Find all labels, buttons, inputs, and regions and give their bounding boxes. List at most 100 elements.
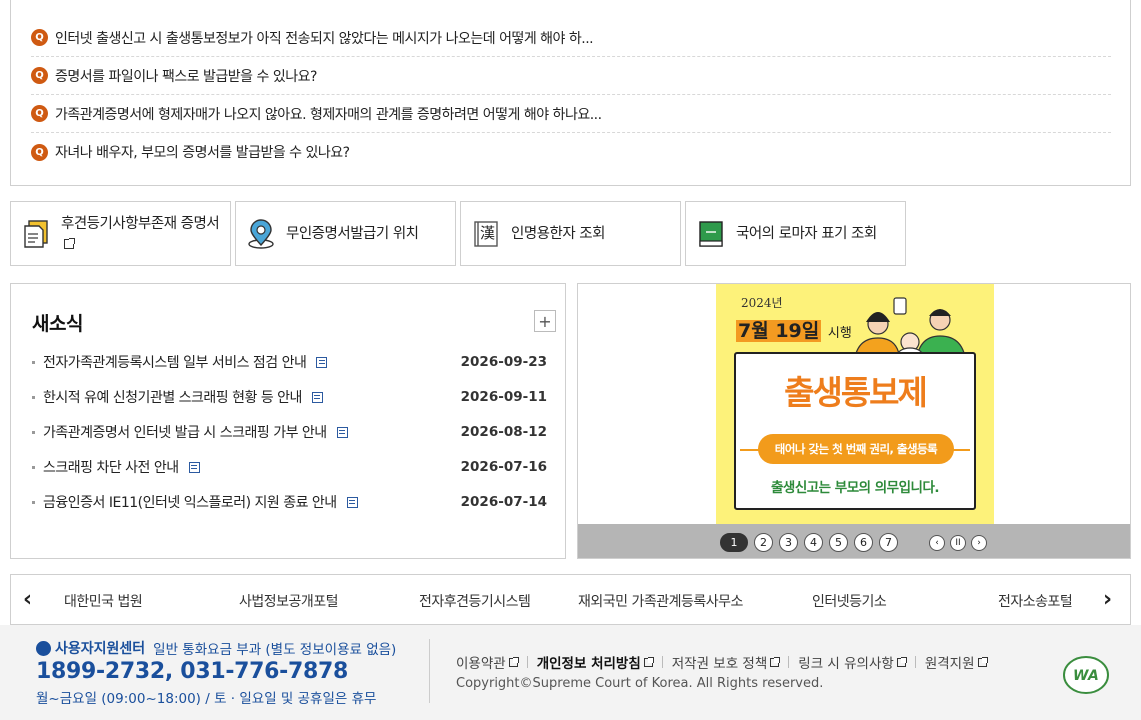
bullet: [32, 465, 35, 469]
carousel-page-6[interactable]: 6: [854, 533, 873, 552]
carousel-page-5[interactable]: 5: [829, 533, 848, 552]
banner-effective-date: 7월 19일 시행: [736, 320, 852, 342]
copyright-text: Copyright©Supreme Court of Korea. All Ri…: [456, 676, 824, 691]
footer-link-copyright-policy[interactable]: 저작권 보호 정책: [672, 652, 781, 672]
bullet: [32, 360, 35, 364]
bullet: [32, 395, 35, 399]
news-item[interactable]: 전자가족관계등록시스템 일부 서비스 점검 안내 2026-09-23: [32, 350, 547, 374]
carousel-page-1[interactable]: 1: [720, 533, 748, 552]
quick-service-hanja-lookup[interactable]: 漢 인명용한자 조회: [460, 201, 681, 266]
web-accessibility-mark-icon: WA: [1063, 656, 1109, 694]
news-item-title[interactable]: 가족관계증명서 인터넷 발급 시 스크래핑 가부 안내: [43, 422, 327, 442]
question-icon: Q: [31, 143, 48, 161]
green-book-icon: [696, 219, 726, 249]
svg-text:漢: 漢: [480, 224, 495, 242]
document-icon: [316, 356, 328, 368]
carousel-pause-button[interactable]: II: [950, 535, 966, 551]
divider: [526, 656, 528, 668]
phone-icon: [36, 640, 51, 656]
question-icon: Q: [31, 105, 48, 122]
news-item-title[interactable]: 한시적 유예 신청기관별 스크래핑 현황 등 안내: [43, 387, 302, 407]
carousel-page-3[interactable]: 3: [779, 533, 798, 552]
support-phone-numbers: 1899-2732, 031-776-7878: [36, 659, 349, 684]
banner-slide[interactable]: 2024년 7월 19일 시행 출생통보제 태어나 갖는 첫 번째 권리, 출생…: [716, 284, 994, 524]
news-item-date: 2026-08-12: [460, 424, 547, 440]
news-item-title[interactable]: 금융인증서 IE11(인터넷 익스플로러) 지원 종료 안내: [43, 492, 337, 512]
quick-service-label: 무인증명서발급기 위치: [286, 225, 419, 242]
banner-year: 2024년: [741, 296, 783, 310]
news-item-title[interactable]: 전자가족관계등록시스템 일부 서비스 점검 안내: [43, 352, 307, 372]
document-certificate-icon: [21, 219, 51, 249]
external-link-icon: [64, 237, 75, 249]
related-site-link[interactable]: 전자후견등기시스템: [419, 591, 531, 611]
footer: 사용자지원센터 일반 통화요금 부과 (별도 정보이용료 없음) 1899-27…: [0, 625, 1141, 720]
document-icon: [336, 426, 348, 438]
carousel-page-4[interactable]: 4: [804, 533, 823, 552]
related-site-link[interactable]: 대한민국 법원: [64, 591, 143, 611]
related-site-link[interactable]: 인터넷등기소: [812, 591, 887, 611]
question-icon: Q: [31, 67, 48, 84]
question-icon: Q: [31, 29, 48, 46]
footer-link-link-notice[interactable]: 링크 시 유의사항: [798, 652, 907, 672]
quick-service-label: 국어의 로마자 표기 조회: [736, 225, 877, 242]
faq-panel: Q 인터넷 출생신고 시 출생통보정보가 아직 전송되지 않았다는 메시지가 나…: [10, 0, 1131, 186]
faq-item[interactable]: Q 자녀나 배우자, 부모의 증명서를 발급받을 수 있나요?: [31, 133, 1111, 171]
faq-item[interactable]: Q 인터넷 출생신고 시 출생통보정보가 아직 전송되지 않았다는 메시지가 나…: [31, 19, 1111, 57]
carousel-page-7[interactable]: 7: [879, 533, 898, 552]
news-item[interactable]: 스크래핑 차단 사전 안내 2026-07-16: [32, 455, 547, 479]
related-site-link[interactable]: 재외국민 가족관계등록사무소: [578, 591, 743, 611]
banner-card: 출생통보제 태어나 갖는 첫 번째 권리, 출생등록 출생신고는 부모의 의무입…: [734, 352, 976, 510]
document-icon: [188, 461, 200, 473]
svg-text:WA: WA: [1073, 668, 1099, 684]
external-link-icon: [896, 656, 907, 667]
quick-service-guardianship-certificate[interactable]: 후견등기사항부존재 증명서: [10, 201, 231, 266]
banner-carousel: 2024년 7월 19일 시행 출생통보제 태어나 갖는 첫 번째 권리, 출생…: [577, 283, 1131, 559]
related-site-link[interactable]: 전자소송포털: [998, 591, 1073, 611]
faq-question[interactable]: 인터넷 출생신고 시 출생통보정보가 아직 전송되지 않았다는 메시지가 나오는…: [55, 28, 594, 48]
faq-question[interactable]: 가족관계증명서에 형제자매가 나오지 않아요. 형제자매의 관계를 증명하려면 …: [55, 104, 602, 124]
news-item[interactable]: 가족관계증명서 인터넷 발급 시 스크래핑 가부 안내 2026-08-12: [32, 420, 547, 444]
document-icon: [346, 496, 358, 508]
divider: [429, 639, 430, 703]
news-item-title[interactable]: 스크래핑 차단 사전 안내: [43, 457, 179, 477]
chevron-right-icon[interactable]: ›: [1103, 587, 1112, 612]
news-item[interactable]: 한시적 유예 신청기관별 스크래핑 현황 등 안내 2026-09-11: [32, 385, 547, 409]
faq-question[interactable]: 자녀나 배우자, 부모의 증명서를 발급받을 수 있나요?: [55, 142, 350, 162]
external-link-icon: [643, 656, 654, 667]
news-item[interactable]: 금융인증서 IE11(인터넷 익스플로러) 지원 종료 안내 2026-07-1…: [32, 490, 547, 514]
external-link-icon: [508, 656, 519, 667]
footer-links: 이용약관 개인정보 처리방침 저작권 보호 정책 링크 시 유의사항 원격지원: [456, 652, 988, 672]
location-pin-icon: [246, 218, 276, 249]
external-link-icon: [770, 656, 781, 667]
news-title: 새소식: [32, 313, 83, 335]
quick-service-label: 후견등기사항부존재 증명서: [61, 214, 230, 254]
support-hours: 월~금요일 (09:00~18:00) / 토 · 일요일 및 공휴일은 휴무: [36, 691, 377, 707]
related-site-link[interactable]: 사법정보공개포털: [239, 591, 339, 611]
banner-subline: 출생신고는 부모의 의무입니다.: [771, 480, 940, 496]
faq-question[interactable]: 증명서를 파일이나 팩스로 발급받을 수 있나요?: [55, 66, 317, 86]
chevron-left-icon[interactable]: ‹: [23, 587, 32, 612]
bullet: [32, 500, 35, 504]
support-center-heading: 사용자지원센터 일반 통화요금 부과 (별도 정보이용료 없음): [36, 638, 396, 658]
faq-item[interactable]: Q 증명서를 파일이나 팩스로 발급받을 수 있나요?: [31, 57, 1111, 95]
footer-link-terms[interactable]: 이용약관: [456, 652, 519, 672]
news-item-date: 2026-09-23: [460, 354, 547, 370]
faq-item[interactable]: Q 가족관계증명서에 형제자매가 나오지 않아요. 형제자매의 관계를 증명하려…: [31, 95, 1111, 133]
news-more-button[interactable]: +: [534, 310, 556, 332]
document-icon: [311, 391, 323, 403]
carousel-prev-button[interactable]: ‹: [929, 535, 945, 551]
external-link-icon: [977, 656, 988, 667]
quick-service-kiosk-location[interactable]: 무인증명서발급기 위치: [235, 201, 456, 266]
related-sites-bar: ‹ 대한민국 법원 사법정보공개포털 전자후견등기시스템 재외국민 가족관계등록…: [10, 574, 1131, 625]
footer-link-remote-support[interactable]: 원격지원: [925, 652, 988, 672]
news-item-date: 2026-07-14: [460, 494, 547, 510]
quick-service-romanization-lookup[interactable]: 국어의 로마자 표기 조회: [685, 201, 906, 266]
carousel-next-button[interactable]: ›: [971, 535, 987, 551]
divider: [788, 656, 790, 668]
banner-headline: 출생통보제: [784, 373, 928, 412]
footer-link-privacy[interactable]: 개인정보 처리방침: [537, 652, 654, 672]
banner-tagline: 태어나 갖는 첫 번째 권리, 출생등록: [758, 434, 954, 464]
carousel-page-2[interactable]: 2: [754, 533, 773, 552]
quick-service-label: 인명용한자 조회: [511, 225, 606, 242]
news-item-date: 2026-09-11: [460, 389, 547, 405]
